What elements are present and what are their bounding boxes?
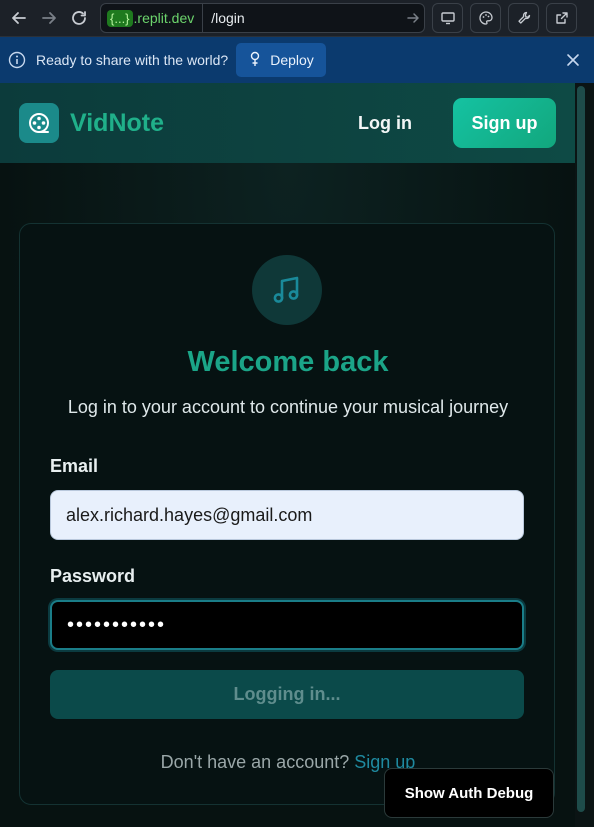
info-icon xyxy=(8,51,26,69)
signup-prompt-text: Don't have an account? xyxy=(160,752,350,772)
email-field[interactable]: alex.richard.hayes@gmail.com xyxy=(50,490,524,540)
page-title: Welcome back xyxy=(187,346,389,378)
url-domain: .replit.dev xyxy=(133,10,195,26)
deploy-button[interactable]: Deploy xyxy=(236,43,326,77)
music-note-icon xyxy=(252,255,322,325)
replit-braces-badge: {...} xyxy=(107,9,133,27)
scrollbar-thumb[interactable] xyxy=(577,86,585,812)
deploy-button-label: Deploy xyxy=(270,52,314,68)
deploy-icon xyxy=(248,51,262,70)
forward-arrow-icon[interactable] xyxy=(36,5,62,31)
external-link-icon[interactable] xyxy=(546,3,577,33)
close-icon[interactable] xyxy=(566,53,586,67)
deploy-banner: Ready to share with the world? Deploy xyxy=(0,37,594,83)
login-submit-button[interactable]: Logging in... xyxy=(50,670,524,719)
url-path[interactable]: /login xyxy=(203,10,402,26)
page-subtitle: Log in to your account to continue your … xyxy=(67,397,509,417)
login-link[interactable]: Log in xyxy=(358,113,412,134)
browser-toolbar: {...} .replit.dev /login xyxy=(0,0,594,37)
email-label: Email xyxy=(50,456,99,476)
film-reel-icon[interactable] xyxy=(19,103,59,143)
monitor-icon[interactable] xyxy=(432,3,463,33)
go-arrow-icon[interactable] xyxy=(402,11,424,25)
signup-button[interactable]: Sign up xyxy=(453,98,556,148)
password-field[interactable]: ••••••••••• xyxy=(50,600,524,650)
palette-icon[interactable] xyxy=(470,3,501,33)
login-card: Welcome back Log in to your account to c… xyxy=(19,223,555,805)
url-bar[interactable]: {...} .replit.dev /login xyxy=(100,3,425,33)
brand-name[interactable]: VidNote xyxy=(70,109,164,138)
show-auth-debug-button[interactable]: Show Auth Debug xyxy=(384,768,554,818)
reload-icon[interactable] xyxy=(66,5,92,31)
back-arrow-icon[interactable] xyxy=(6,5,32,31)
banner-text: Ready to share with the world? xyxy=(36,52,229,68)
password-label: Password xyxy=(50,566,136,586)
wrench-icon[interactable] xyxy=(508,3,539,33)
page-scrollbar[interactable] xyxy=(575,83,594,827)
url-host: {...} .replit.dev xyxy=(101,4,204,32)
app-header: VidNote Log in Sign up xyxy=(0,83,575,163)
